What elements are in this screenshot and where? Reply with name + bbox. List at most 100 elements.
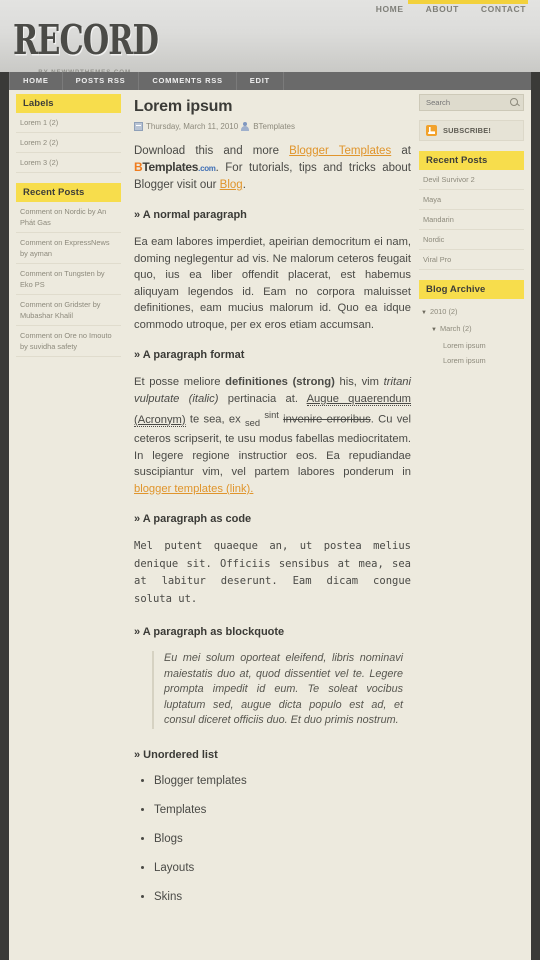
recent-post-3[interactable]: Mandarin <box>419 210 524 229</box>
list-item: Layouts <box>154 861 411 875</box>
subscribe-button[interactable]: SUBSCRIBE! <box>419 120 524 141</box>
content-shell: Labels Lorem 1 (2) Lorem 2 (2) Lorem 3 (… <box>9 90 531 960</box>
list-item[interactable]: Maya <box>419 190 524 210</box>
paragraph-format: Et posse meliore definitiones (strong) h… <box>134 374 411 497</box>
list-item[interactable]: Lorem 1 (2) <box>16 113 121 133</box>
archive-year-link[interactable]: 2010 (2) <box>430 307 458 316</box>
recent-comment-5[interactable]: Comment on Ore no Imouto by suvidha safe… <box>16 326 121 356</box>
archive-post-link-1[interactable]: Lorem ipsum <box>443 341 486 350</box>
recent-post-5[interactable]: Viral Pro <box>419 250 524 269</box>
list-item[interactable]: Mandarin <box>419 210 524 230</box>
code-block: Mel putent quaeque an, ut postea melius … <box>134 540 418 605</box>
widget-recent-comments: Recent Posts Comment on Nordic by An Phá… <box>16 183 121 357</box>
post-date: Thursday, March 11, 2010 <box>146 122 239 131</box>
list-item: Blogger templates <box>154 774 411 788</box>
paragraph-normal: Ea eam labores imperdiet, apeirian democ… <box>134 236 411 331</box>
nav-item-home[interactable]: HOME <box>9 72 63 90</box>
format-subscript: sed <box>245 417 261 428</box>
top-accent-strip <box>408 0 528 4</box>
chevron-down-icon[interactable]: ▼ <box>431 327 437 333</box>
search-icon[interactable] <box>510 98 519 107</box>
page-title: Lorem ipsum <box>134 98 233 115</box>
site-header: HOME ABOUT CONTACT RECORD BY NEWWPTHEMES… <box>0 0 540 76</box>
label-link-1[interactable]: Lorem 1 (2) <box>16 113 121 132</box>
label-link-2[interactable]: Lorem 2 (2) <box>16 133 121 152</box>
section-unordered-list: » Unordered list <box>134 748 218 761</box>
list-item[interactable]: Devil Survivor 2 <box>419 170 524 190</box>
nav-item-comments-rss[interactable]: COMMENTS RSS <box>139 72 237 90</box>
archive-year[interactable]: ▼ 2010 (2) <box>419 304 524 321</box>
list-item[interactable]: Nordic <box>419 230 524 250</box>
left-sidebar: Labels Lorem 1 (2) Lorem 2 (2) Lorem 3 (… <box>9 90 121 367</box>
rss-icon <box>426 125 437 136</box>
intro-text-4: . <box>242 179 246 191</box>
top-navigation: HOME ABOUT CONTACT <box>376 4 526 14</box>
widget-blog-archive-title: Blog Archive <box>419 280 524 299</box>
widget-blog-archive: Blog Archive ▼ 2010 (2) ▼ March (2) Lorem … <box>419 280 524 368</box>
recent-comment-3[interactable]: Comment on Tungsten by Eko PS <box>16 264 121 294</box>
format-text-1: Et posse meliore <box>134 376 226 388</box>
widget-recent-comments-title: Recent Posts <box>16 183 121 202</box>
widget-recent-posts-title: Recent Posts <box>419 151 524 170</box>
intro-text-2: at <box>391 145 411 157</box>
list-item: Blogs <box>154 832 411 846</box>
list-item[interactable]: Comment on Ore no Imouto by suvidha safe… <box>16 326 121 357</box>
blockquote: Eu mei solum oporteat eleifend, libris n… <box>152 651 411 729</box>
recent-comment-4[interactable]: Comment on Gridster by Mubashar Khalil <box>16 295 121 325</box>
search-box[interactable] <box>419 94 524 111</box>
topnav-item-contact[interactable]: CONTACT <box>481 4 526 14</box>
list-item[interactable]: Lorem 3 (2) <box>16 153 121 173</box>
search-input[interactable] <box>424 97 510 108</box>
topnav-item-home[interactable]: HOME <box>376 4 404 14</box>
label-link-3[interactable]: Lorem 3 (2) <box>16 153 121 172</box>
right-sidebar: SUBSCRIBE! Recent Posts Devil Survivor 2… <box>419 90 531 378</box>
site-logo[interactable]: RECORD BY NEWWPTHEMES.COM <box>13 19 171 76</box>
page-root: HOME ABOUT CONTACT RECORD BY NEWWPTHEMES… <box>0 0 540 960</box>
list-item[interactable]: Comment on Tungsten by Eko PS <box>16 264 121 295</box>
archive-month-link[interactable]: March (2) <box>440 324 472 333</box>
format-text-2: his, vim <box>334 376 384 388</box>
format-superscript: sint <box>264 410 279 420</box>
section-paragraph-format: » A paragraph format <box>134 349 245 361</box>
list-item[interactable]: Viral Pro <box>419 250 524 270</box>
nav-item-edit[interactable]: EDIT <box>237 72 284 90</box>
widget-labels-title: Labels <box>16 94 121 113</box>
section-paragraph-code: » A paragraph as code <box>134 513 252 526</box>
subscribe-label: SUBSCRIBE! <box>443 126 491 135</box>
main-navigation: HOME POSTS RSS COMMENTS RSS EDIT <box>9 72 531 90</box>
recent-post-1[interactable]: Devil Survivor 2 <box>419 170 524 189</box>
blog-link[interactable]: Blog <box>220 179 243 191</box>
widget-recent-posts: Recent Posts Devil Survivor 2 Maya Manda… <box>419 151 524 270</box>
recent-comment-2[interactable]: Comment on ExpressNews by ayman <box>16 233 121 263</box>
nav-item-posts-rss[interactable]: POSTS RSS <box>63 72 140 90</box>
post-intro: Download this and more Blogger Templates… <box>134 143 411 193</box>
unordered-list: Blogger templates Templates Blogs Layout… <box>136 774 411 904</box>
widget-labels: Labels Lorem 1 (2) Lorem 2 (2) Lorem 3 (… <box>16 94 121 173</box>
archive-post[interactable]: Lorem ipsum <box>419 338 524 353</box>
logo-word: RECORD <box>13 15 159 64</box>
intro-text-1: Download this and more <box>134 145 290 157</box>
list-item: Templates <box>154 803 411 817</box>
list-item[interactable]: Comment on ExpressNews by ayman <box>16 233 121 264</box>
list-item[interactable]: Comment on Gridster by Mubashar Khalil <box>16 295 121 326</box>
btemplates-logo: BTemplates.com <box>134 160 216 174</box>
btemplates-com: .com <box>198 164 216 173</box>
archive-post-link-2[interactable]: Lorem ipsum <box>443 356 486 365</box>
blogger-templates-link[interactable]: Blogger Templates <box>289 145 391 157</box>
blogger-templates-inline-link[interactable]: blogger templates (link). <box>134 483 253 495</box>
topnav-item-about[interactable]: ABOUT <box>426 4 459 14</box>
format-strong: definitiones (strong) <box>225 376 335 388</box>
recent-comment-1[interactable]: Comment on Nordic by An Phát Gas <box>16 202 121 232</box>
list-item[interactable]: Comment on Nordic by An Phát Gas <box>16 202 121 233</box>
section-paragraph-blockquote: » A paragraph as blockquote <box>134 626 285 639</box>
archive-post[interactable]: Lorem ipsum <box>419 353 524 368</box>
list-item[interactable]: Lorem 2 (2) <box>16 133 121 153</box>
recent-post-4[interactable]: Nordic <box>419 230 524 249</box>
post-column: Lorem ipsum Thursday, March 11, 2010 BTe… <box>121 90 419 919</box>
recent-comments-list: Comment on Nordic by An Phát Gas Comment… <box>16 202 121 357</box>
format-text-3: pertinacia at. <box>218 392 307 405</box>
recent-post-2[interactable]: Maya <box>419 190 524 209</box>
archive-month[interactable]: ▼ March (2) <box>419 321 524 338</box>
chevron-down-icon[interactable]: ▼ <box>421 310 427 316</box>
list-item: Skins <box>154 890 411 904</box>
